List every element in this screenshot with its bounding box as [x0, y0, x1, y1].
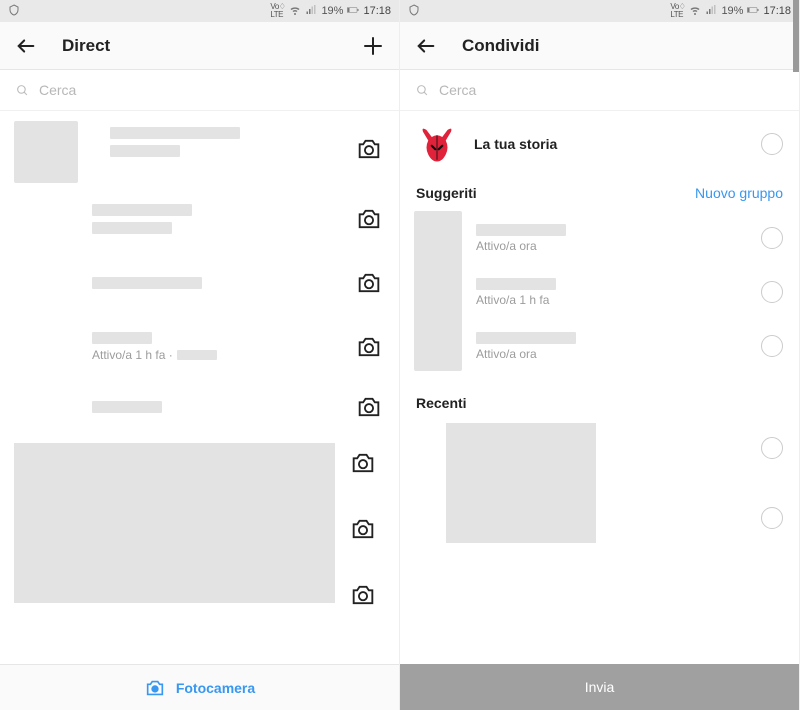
activity-status: Attivo/a ora: [476, 239, 761, 253]
camera-icon[interactable]: [349, 449, 377, 477]
page-title: Condividi: [462, 36, 539, 56]
camera-icon[interactable]: [355, 135, 383, 163]
select-radio[interactable]: [761, 437, 783, 459]
select-radio[interactable]: [761, 507, 783, 529]
avatar-placeholder: [14, 121, 78, 183]
shield-icon: [8, 4, 20, 19]
battery-icon: [347, 4, 359, 19]
story-radio[interactable]: [761, 133, 783, 155]
status-bar: Vo♢LTE 19% 17:18: [0, 0, 399, 22]
text-placeholder: [92, 204, 192, 216]
your-story-row[interactable]: La tua storia: [400, 111, 799, 177]
new-message-button[interactable]: [361, 34, 385, 58]
share-list[interactable]: La tua storia Suggeriti Nuovo gruppo Att…: [400, 111, 799, 664]
text-placeholder: [110, 127, 240, 139]
avatar-placeholder: [414, 211, 462, 371]
page-title: Direct: [62, 36, 110, 56]
camera-icon[interactable]: [355, 269, 383, 297]
share-screen: Vo♢LTE 19% 17:18 Condividi Cerca La tua …: [400, 0, 800, 710]
signal-icon: [305, 4, 317, 19]
battery-icon: [747, 4, 759, 19]
chat-row[interactable]: Attivo/a 1 h fa ·: [0, 315, 399, 379]
new-group-link[interactable]: Nuovo gruppo: [695, 185, 783, 201]
search-input[interactable]: Cerca: [0, 70, 399, 111]
send-button[interactable]: Invia: [400, 664, 799, 710]
suggested-item[interactable]: Attivo/a ora: [476, 211, 783, 265]
back-button[interactable]: [14, 34, 38, 58]
camera-icon[interactable]: [355, 393, 383, 421]
recent-header: Recenti: [400, 379, 799, 415]
chat-row[interactable]: [0, 379, 399, 435]
text-placeholder: [92, 222, 172, 234]
activity-status: Attivo/a ora: [476, 347, 761, 361]
activity-status: Attivo/a 1 h fa ·: [92, 348, 173, 362]
text-placeholder: [92, 277, 202, 289]
text-placeholder: [110, 145, 180, 157]
direct-list[interactable]: Attivo/a 1 h fa ·: [0, 111, 399, 664]
suggested-header: Suggeriti Nuovo gruppo: [400, 177, 799, 205]
status-bar: Vo♢LTE 19% 17:18: [400, 0, 799, 22]
battery-pct: 19%: [321, 5, 343, 17]
wifi-icon: [689, 4, 701, 19]
chat-row[interactable]: [0, 251, 399, 315]
text-placeholder: [476, 224, 566, 236]
signal-icon: [705, 4, 717, 19]
camera-icon[interactable]: [349, 515, 377, 543]
battery-pct: 19%: [721, 5, 743, 17]
camera-icon[interactable]: [349, 581, 377, 609]
text-placeholder: [92, 401, 162, 413]
suggested-item[interactable]: Attivo/a ora: [476, 319, 783, 373]
shield-icon: [408, 4, 420, 19]
activity-status: Attivo/a 1 h fa: [476, 293, 761, 307]
select-radio[interactable]: [761, 281, 783, 303]
content-placeholder: [446, 423, 596, 543]
volte-indicator: Vo♢LTE: [270, 3, 285, 19]
camera-label: Fotocamera: [176, 680, 255, 696]
wifi-icon: [289, 4, 301, 19]
camera-icon[interactable]: [355, 333, 383, 361]
search-input[interactable]: Cerca: [400, 70, 799, 111]
clock: 17:18: [763, 5, 791, 17]
select-radio[interactable]: [761, 335, 783, 357]
suggested-block: Attivo/a ora Attivo/a 1 h fa Attivo/a or…: [400, 205, 799, 379]
text-placeholder: [92, 332, 152, 344]
recent-item[interactable]: [400, 415, 799, 551]
suggested-item[interactable]: Attivo/a 1 h fa: [476, 265, 783, 319]
content-placeholder: [14, 443, 335, 603]
scrollbar[interactable]: [793, 0, 799, 72]
camera-icon[interactable]: [355, 205, 383, 233]
volte-indicator: Vo♢LTE: [670, 3, 685, 19]
search-placeholder: Cerca: [39, 82, 76, 98]
clock: 17:18: [363, 5, 391, 17]
select-radio[interactable]: [761, 227, 783, 249]
share-header: Condividi: [400, 22, 799, 70]
send-label: Invia: [585, 679, 615, 695]
chat-row[interactable]: [0, 187, 399, 251]
back-button[interactable]: [414, 34, 438, 58]
your-story-label: La tua storia: [474, 136, 745, 152]
direct-header: Direct: [0, 22, 399, 70]
camera-button[interactable]: Fotocamera: [0, 664, 399, 710]
direct-screen: Vo♢LTE 19% 17:18 Direct Cerca: [0, 0, 400, 710]
viking-avatar-icon: [416, 123, 458, 165]
text-placeholder: [476, 332, 576, 344]
search-placeholder: Cerca: [439, 82, 476, 98]
text-placeholder: [476, 278, 556, 290]
text-placeholder: [177, 350, 217, 360]
